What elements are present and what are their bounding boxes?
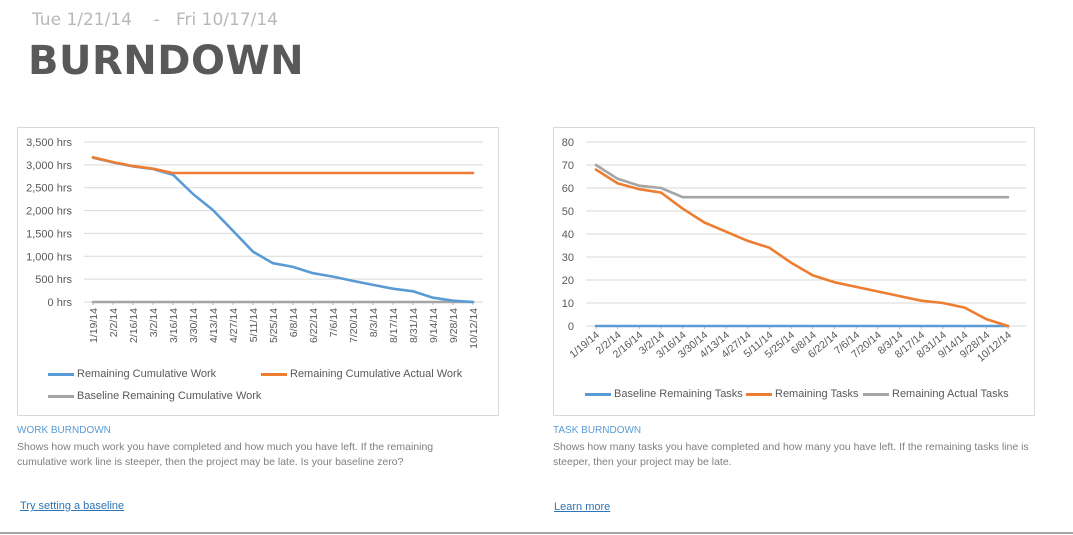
legend-item-remaining-cumulative-actual-work[interactable]: Remaining Cumulative Actual Work — [261, 368, 462, 380]
legend-label: Remaining Actual Tasks — [892, 388, 1009, 400]
legend-item-remaining-actual-tasks[interactable]: Remaining Actual Tasks — [863, 388, 1009, 400]
legend-swatch-blue — [48, 372, 74, 376]
page-title: BURNDOWN — [28, 38, 305, 84]
legend-label: Baseline Remaining Cumulative Work — [77, 390, 262, 402]
date-end: Fri 10/17/14 — [175, 10, 278, 30]
legend-label: Remaining Cumulative Actual Work — [290, 368, 463, 380]
task-burndown-heading: TASK BURNDOWN — [553, 425, 642, 436]
task-legend: Baseline Remaining Tasks Remaining Tasks… — [554, 128, 1034, 415]
task-burndown-chart[interactable]: 0 10 20 30 40 50 60 70 80 1/19/14 2/2/14 2/16/14 3/2… — [553, 127, 1035, 416]
learn-more-link[interactable]: Learn more — [554, 501, 610, 513]
legend-label: Remaining Tasks — [775, 388, 859, 400]
task-burndown-description: Shows how many tasks you have completed … — [553, 441, 1029, 468]
legend-swatch-gray — [48, 394, 74, 398]
try-setting-baseline-link[interactable]: Try setting a baseline — [20, 500, 124, 512]
date-separator: - — [153, 10, 160, 30]
date-range: Tue 1/21/14 - Fri 10/17/14 — [32, 10, 278, 30]
bottom-divider — [0, 532, 1073, 534]
work-burndown-heading: WORK BURNDOWN — [17, 425, 111, 436]
legend-swatch-blue — [585, 392, 611, 396]
legend-label: Remaining Cumulative Work — [77, 368, 217, 380]
legend-swatch-orange — [746, 392, 772, 396]
date-start: Tue 1/21/14 — [32, 10, 132, 30]
legend-item-remaining-cumulative-work[interactable]: Remaining Cumulative Work — [48, 368, 216, 380]
legend-swatch-orange — [261, 372, 287, 376]
work-burndown-description: Shows how much work you have completed a… — [17, 441, 434, 468]
work-legend: Remaining Cumulative Work Remaining Cumu… — [18, 128, 498, 415]
legend-item-baseline-remaining-tasks[interactable]: Baseline Remaining Tasks — [585, 388, 743, 400]
work-burndown-chart[interactable]: 0 hrs 500 hrs 1,000 hrs 1,500 hrs 2,000 hrs 2… — [17, 127, 499, 416]
legend-item-baseline-remaining-cumulative-work[interactable]: Baseline Remaining Cumulative Work — [48, 390, 261, 402]
legend-swatch-gray — [863, 392, 889, 396]
legend-item-remaining-tasks[interactable]: Remaining Tasks — [746, 388, 859, 400]
legend-label: Baseline Remaining Tasks — [614, 388, 743, 400]
